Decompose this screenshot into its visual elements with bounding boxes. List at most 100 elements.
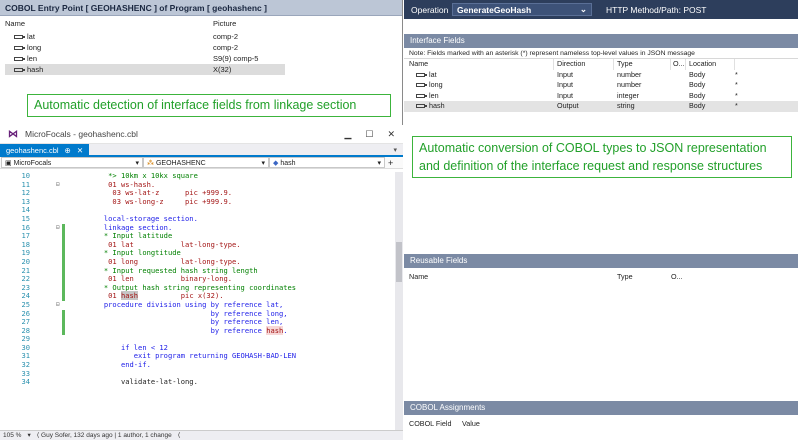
col-optional: O... — [673, 59, 686, 70]
visual-studio-icon: ⋈ — [8, 128, 18, 140]
minimize-icon[interactable]: ▁ — [344, 129, 351, 140]
editor-title-bar: ⋈ MicroFocals - geohashenc.cbl ▁ ☐ ✕ — [0, 125, 403, 144]
interface-field-row[interactable]: long Input number Body * — [404, 80, 798, 91]
field-name: lat — [27, 32, 35, 41]
linkage-fields-header: Name Picture — [0, 17, 403, 31]
close-icon[interactable]: ✕ — [387, 129, 395, 140]
gutter — [30, 370, 74, 379]
gutter — [30, 172, 74, 181]
http-method-path: HTTP Method/Path: POST — [606, 4, 707, 15]
zoom-level[interactable]: 105 % — [3, 431, 21, 440]
tab-dropdown-icon[interactable]: ▾ — [393, 144, 397, 157]
editor-status-bar: 105 % ▾ ⟨ Guy Sofer, 132 days ago | 1 au… — [0, 430, 403, 440]
chevron-down-icon: ▾ — [377, 159, 381, 167]
interface-field-row[interactable]: len Input integer Body * — [404, 91, 798, 102]
pin-icon[interactable]: ⊕ — [65, 144, 71, 157]
gutter — [30, 378, 74, 387]
col-direction: Direction — [554, 59, 614, 70]
code-editor-window: ⋈ MicroFocals - geohashenc.cbl ▁ ☐ ✕ geo… — [0, 125, 403, 440]
code-line[interactable]: 10 *> 10km x 10kx square — [0, 171, 395, 181]
interface-field-row[interactable]: lat Input number Body * — [404, 70, 798, 81]
navigation-bar: ▣ MicroFocals ▾ ⁂ GEOHASHENC ▾ ◆ hash ▾ + — [0, 157, 403, 169]
col-type: Type — [614, 59, 671, 70]
interface-field-row-selected[interactable]: hash Output string Body * — [404, 101, 798, 112]
code-line[interactable]: 18 01 lat lat-long-type. — [0, 240, 395, 250]
zoom-dropdown-icon[interactable]: ▾ — [27, 431, 30, 440]
field-name: long — [27, 43, 42, 52]
linkage-field-row[interactable]: len S9(9) comp-5 — [0, 53, 403, 64]
gutter — [30, 224, 74, 233]
code-line[interactable]: 13 03 ws-long-z pic +999.9. — [0, 196, 395, 207]
gutter — [30, 215, 74, 224]
operation-bar: Operation GenerateGeoHash ⌄ HTTP Method/… — [404, 0, 798, 19]
editor-tab-strip: geohashenc.cbl ⊕ ✕ ▾ — [0, 144, 403, 157]
fold-toggle-icon[interactable]: ⊟ — [56, 224, 60, 231]
operation-value: GenerateGeoHash — [457, 4, 532, 15]
code-line[interactable]: 34 validate-lat-long. — [0, 378, 395, 387]
code-text: 03 ws-long-z pic +999.9. — [74, 196, 233, 206]
editor-window-title: MicroFocals - geohashenc.cbl — [25, 129, 138, 139]
gutter — [30, 292, 74, 301]
conversion-callout: Automatic conversion of COBOL types to J… — [412, 136, 792, 178]
project-dropdown[interactable]: ▣ MicroFocals ▾ — [1, 157, 143, 168]
col-name: Name — [5, 19, 26, 28]
chevron-down-icon: ▾ — [261, 159, 265, 167]
gutter — [30, 275, 74, 284]
member-dropdown[interactable]: ◆ hash ▾ — [269, 157, 385, 168]
gutter — [30, 258, 74, 267]
col-picture: Picture — [213, 19, 237, 28]
code-line[interactable]: 32 end-if. — [0, 360, 395, 370]
field-name: len — [27, 54, 38, 63]
field-icon — [416, 93, 427, 98]
gutter — [30, 327, 74, 336]
field-icon — [416, 83, 427, 88]
tab-close-icon[interactable]: ✕ — [77, 144, 83, 157]
field-icon — [14, 34, 25, 39]
gutter — [30, 310, 74, 319]
col-optional: O... — [671, 272, 683, 281]
tab-geohashenc[interactable]: geohashenc.cbl ⊕ ✕ — [0, 144, 90, 157]
gutter — [30, 241, 74, 250]
field-picture: X(32) — [213, 65, 232, 74]
col-type: Type — [617, 272, 633, 281]
gutter — [30, 344, 74, 353]
scroll-left-icon[interactable]: ⟨ — [178, 431, 181, 440]
fold-toggle-icon[interactable]: ⊟ — [56, 181, 60, 188]
code-text: validate-lat-long. — [74, 377, 198, 387]
linkage-callout: Automatic detection of interface fields … — [27, 94, 391, 117]
cobol-entry-point-title: COBOL Entry Point [ GEOHASHENC ] of Prog… — [0, 0, 402, 16]
gutter — [30, 267, 74, 276]
codelens-author-info[interactable]: ⟨ Guy Sofer, 132 days ago | 1 author, 1 … — [37, 431, 172, 440]
code-line[interactable]: 15 local-storage section. — [0, 214, 395, 224]
maximize-icon[interactable]: ☐ — [365, 129, 373, 140]
code-line[interactable]: 28 by reference hash. — [0, 325, 395, 336]
change-bar — [62, 309, 65, 336]
reusable-table-header: Name Type O... — [404, 272, 798, 283]
col-name: Name — [409, 272, 429, 281]
operation-pane: Operation GenerateGeoHash ⌄ HTTP Method/… — [404, 0, 798, 440]
interface-table-header: Name Direction Type O... Location — [404, 59, 798, 70]
gutter — [30, 189, 74, 198]
field-name: hash — [27, 65, 44, 74]
linkage-field-row[interactable]: lat comp-2 — [0, 31, 403, 42]
gutter — [30, 352, 74, 361]
field-icon — [14, 67, 25, 72]
field-picture: comp-2 — [213, 43, 239, 52]
field-icon — [416, 72, 427, 77]
split-add-icon[interactable]: + — [388, 158, 393, 168]
code-area[interactable]: 10 *> 10km x 10kx square 11 01 ws-hash. 12… — [0, 171, 395, 430]
vertical-scrollbar[interactable] — [395, 172, 403, 430]
gutter — [30, 232, 74, 241]
linkage-field-row[interactable]: long comp-2 — [0, 42, 403, 53]
col-name: Name — [404, 59, 554, 70]
fold-toggle-icon[interactable]: ⊟ — [56, 301, 60, 308]
field-picture: S9(9) comp-5 — [213, 54, 259, 63]
scope-dropdown[interactable]: ⁂ GEOHASHENC ▾ — [143, 157, 269, 168]
gutter — [30, 335, 74, 344]
entry-point-icon: ⁂ — [147, 159, 156, 167]
operation-select[interactable]: GenerateGeoHash ⌄ — [452, 3, 592, 16]
linkage-field-row-selected[interactable]: hash X(32) — [5, 64, 285, 75]
code-line[interactable]: 29 — [0, 335, 395, 344]
scroll-thumb[interactable] — [396, 242, 402, 282]
code-line[interactable]: 31 exit program returning GEOHASH-BAD-LE… — [0, 352, 395, 361]
